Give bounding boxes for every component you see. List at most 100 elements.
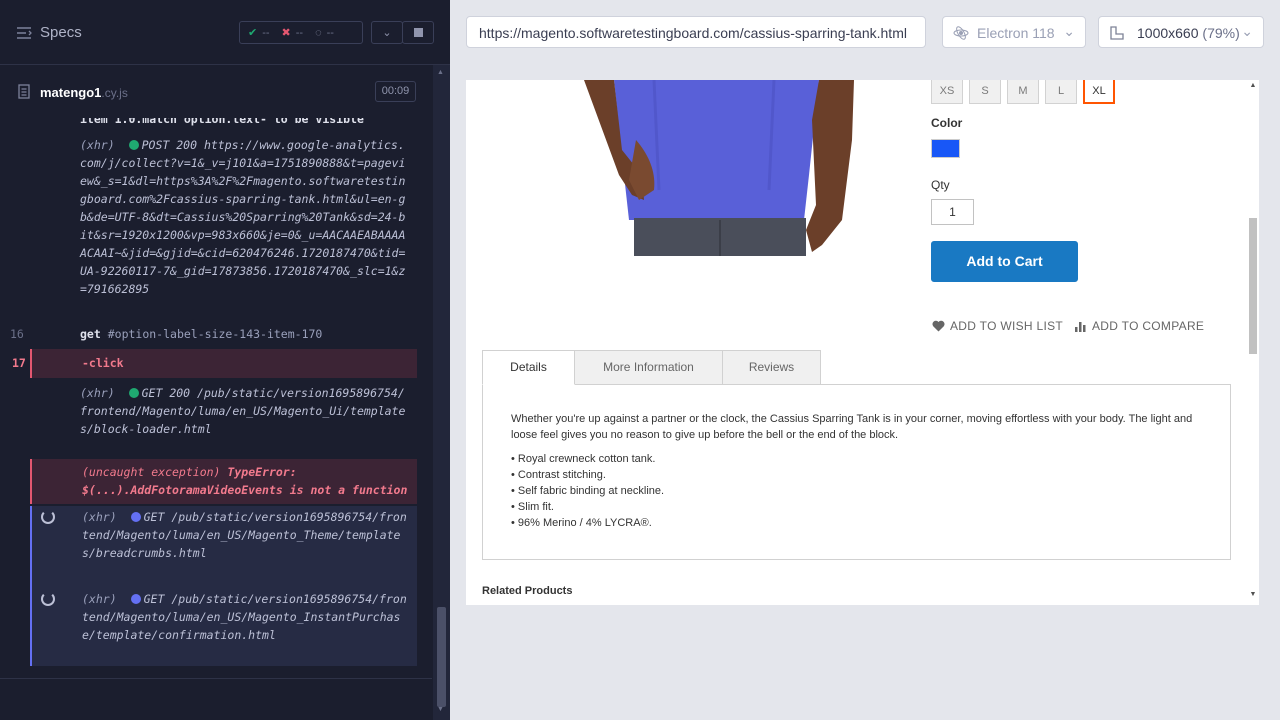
specs-list-icon [17,26,32,39]
cutoff-text: item 1.0.match option.text- to be visibl… [80,118,364,126]
color-swatch-blue[interactable] [931,139,960,158]
page-scroll-thumb[interactable] [1249,218,1257,354]
file-name-text: matengo1 [40,85,102,100]
log-scroll-thumb[interactable] [437,607,446,707]
x-icon: ✖ [281,27,291,39]
size-option-xl[interactable]: XL [1083,80,1115,104]
feature-item: • Self fabric binding at neckline. [511,485,665,497]
add-to-compare-link[interactable]: ADD TO COMPARE [1074,319,1204,333]
exception-type: TypeError: [227,465,297,479]
details-panel: Whether you're up against a partner or t… [482,384,1231,560]
chevron-down-icon: ⌄ [1241,23,1253,39]
add-to-cart-button[interactable]: Add to Cart [931,241,1078,282]
pending-count: -- [326,26,334,39]
scroll-up-icon: ▲ [437,69,444,76]
pending-prefix: (xhr) [82,510,117,524]
browser-name: Electron 118 [977,25,1055,41]
failed-count: -- [295,26,304,39]
qty-input[interactable]: 1 [931,199,974,225]
status-dot-blue-icon [130,594,141,604]
exception-message: $(...).AddFotoramaVideoEvents is not a f… [82,483,408,497]
xhr-method-2: GET 200 [141,386,191,400]
log-entry-pending[interactable]: (xhr) GET /pub/static/version1695896754/f… [30,506,417,588]
loading-spinner-icon [41,510,55,524]
qty-label: Qty [931,178,950,192]
feature-item: • 96% Merino / 4% LYCRA®. [511,517,652,529]
passed-count: -- [262,26,270,39]
xhr-prefix: (xhr) [80,138,115,152]
stop-button[interactable] [402,21,434,44]
tab-reviews[interactable]: Reviews [722,350,821,385]
tab-more-information[interactable]: More Information [574,350,723,385]
command-name: get [80,327,101,341]
electron-icon [953,26,969,40]
specs-label: Specs [40,24,82,41]
loading-spinner-icon [41,592,55,606]
url-bar[interactable]: https://magento.softwaretestingboard.com… [466,16,926,48]
size-option-l[interactable]: L [1045,80,1077,104]
pending-method: GET [143,510,165,524]
log-entry-xhr[interactable]: (xhr) POST 200 https://www.google-analyti… [30,136,417,316]
log-entry-exception[interactable]: (uncaught exception) TypeError: $(...).Ad… [30,459,417,504]
log-scrollbar[interactable]: ▲ ▼ [433,65,450,720]
scroll-down-icon: ▼ [437,706,444,713]
size-option-xs[interactable]: XS [931,80,963,104]
browser-selector[interactable]: Electron 118 ⌄ [942,16,1086,48]
stats-group: ✔ -- ✖ -- ◌ -- [239,21,363,44]
exception-body: (uncaught exception) TypeError: $(...).Ad… [82,463,411,499]
status-dot-green-icon [128,140,139,150]
related-products-heading: Related Products [482,585,573,597]
viewport-zoom: (79%) [1202,25,1240,41]
log-entry-xhr-2[interactable]: (xhr) GET 200 /pub/static/version16958967… [30,384,417,456]
product-photo [584,80,854,256]
exception-prefix: (uncaught exception) [82,465,221,479]
chevron-down-button[interactable]: ⌄ [371,21,403,44]
command-click: -click [82,356,124,370]
runner-panel: Specs ✔ -- ✖ -- ◌ -- ⌄ matengo1.cy.js 00:09… [0,0,450,720]
pending-icon: ◌ [315,26,322,39]
page-scrollbar[interactable]: ▲ ▼ [1247,80,1259,605]
document-icon [18,84,30,99]
xhr-body: (xhr) POST 200 https://www.google-analyti… [80,136,411,298]
add-to-wishlist-link[interactable]: ADD TO WISH LIST [932,319,1063,333]
viewport-size: 1000x660 [1137,25,1199,41]
xhr-url: https://www.google-analytics.com/j/colle… [80,138,406,296]
size-options: XS S M L XL [931,80,1121,104]
chevron-down-icon: ⌄ [1063,23,1075,39]
pending-body: (xhr) GET /pub/static/version1695896754/f… [82,508,411,562]
specs-toggle[interactable]: Specs [16,24,82,41]
feature-list: • Royal crewneck cotton tank. • Contrast… [511,451,1202,531]
log-entry-get[interactable]: 16 get #option-label-size-143-item-170 [10,325,417,343]
runner-footer [0,678,432,720]
color-label: Color [931,116,963,130]
pending-prefix-2: (xhr) [82,592,117,606]
product-tabs: Details More Information Reviews [482,350,821,385]
runner-header: Specs ✔ -- ✖ -- ◌ -- ⌄ [0,0,450,65]
command-log: item 1.0.match option.text- to be visibl… [0,118,432,678]
compare-label: ADD TO COMPARE [1092,319,1205,333]
spec-file-name: matengo1.cy.js [40,85,128,100]
app-under-test: XS S M L XL Color Qty 1 Add to Cart ADD … [466,80,1259,605]
pending-body-2: (xhr) GET /pub/static/version1695896754/f… [82,590,411,644]
product-description: Whether you're up against a partner or t… [511,413,1193,441]
log-entry-pending-2[interactable]: (xhr) GET /pub/static/version1695896754/f… [30,588,417,666]
command-number-active: 17 [12,356,26,370]
log-entry-click[interactable]: 17 -click [12,349,417,378]
feature-item: • Slim fit. [511,501,554,513]
feature-item: • Royal crewneck cotton tank. [511,453,656,465]
command-arg: #option-label-size-143-item-170 [107,327,323,341]
viewport-selector[interactable]: 1000x660 (79%) ⌄ [1098,16,1264,48]
check-icon: ✔ [248,27,258,39]
stop-icon [413,28,423,37]
size-option-m[interactable]: M [1007,80,1039,104]
spec-file-bar: matengo1.cy.js 00:09 [0,76,430,108]
scroll-down-icon: ▼ [1249,591,1257,598]
command-number: 16 [10,327,24,341]
tab-details[interactable]: Details [482,350,575,385]
size-option-s[interactable]: S [969,80,1001,104]
status-dot-blue-icon [130,512,141,522]
heart-icon [932,320,945,332]
xhr-prefix-2: (xhr) [80,386,115,400]
command-body: get #option-label-size-143-item-170 [80,325,411,343]
status-dot-green-icon [128,388,139,398]
